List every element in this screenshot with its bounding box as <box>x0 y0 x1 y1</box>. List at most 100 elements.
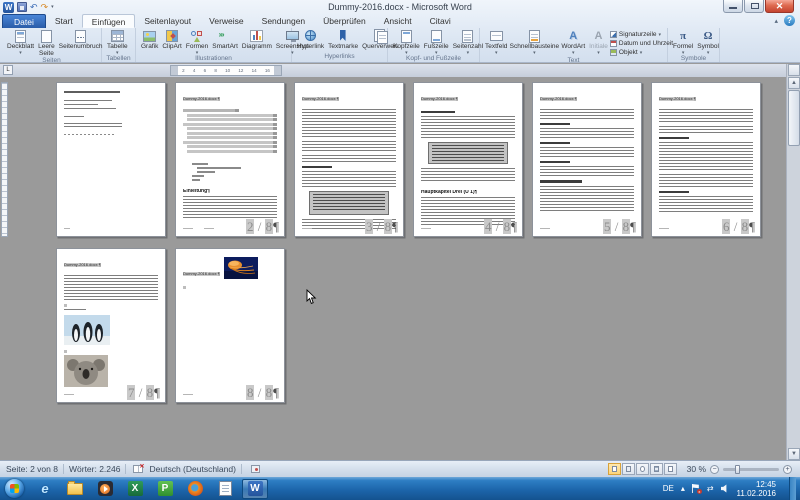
show-desktop-button[interactable] <box>789 477 796 500</box>
page-6[interactable]: Dummy-2016.docx ¶ 6 / 8¶ <box>651 82 761 237</box>
horizontal-ruler[interactable]: 246810121416 <box>170 65 282 76</box>
draft-view-button[interactable] <box>664 463 677 475</box>
taskbar-green-app-icon[interactable]: P <box>152 479 178 499</box>
start-button[interactable] <box>5 479 24 498</box>
quick-parts-icon <box>527 29 542 44</box>
tab-seitenlayout[interactable]: Seitenlayout <box>135 14 200 28</box>
toc-row <box>183 123 277 126</box>
taskbar-excel-icon[interactable]: X <box>122 479 148 499</box>
macro-record-icon[interactable] <box>251 465 260 473</box>
page-count-indicator[interactable]: Seite: 2 von 8 <box>6 464 58 474</box>
tab-citavi[interactable]: Citavi <box>421 14 460 28</box>
group-label-illustrationen: Illustrationen <box>139 55 288 63</box>
tab-start[interactable]: Start <box>46 14 82 28</box>
outline-view-button[interactable] <box>650 463 663 475</box>
language-switcher[interactable]: DE <box>663 484 674 493</box>
mouse-cursor <box>306 289 317 305</box>
vertical-ruler[interactable] <box>1 82 8 237</box>
kopfzeile-button[interactable]: Kopfzeile▾ <box>391 29 422 55</box>
zoom-level-label[interactable]: 30 % <box>687 464 706 474</box>
grafik-button[interactable]: Grafik <box>139 29 160 51</box>
cover-page-icon <box>13 29 28 44</box>
maximize-button[interactable] <box>744 0 764 13</box>
scroll-down-button[interactable]: ▼ <box>788 448 800 460</box>
page-2[interactable]: Dummy-2016.docx ¶ Einleitung¶ 2 / 8¶ <box>175 82 285 237</box>
tabelle-button[interactable]: Tabelle▾ <box>105 29 130 55</box>
minimize-button[interactable] <box>723 0 743 13</box>
tab-ansicht[interactable]: Ansicht <box>375 14 421 28</box>
scrollbar-thumb[interactable] <box>788 90 800 146</box>
spellcheck-icon[interactable]: ✕ <box>133 465 143 473</box>
hidden-icons-chevron[interactable]: ▴ <box>681 484 685 494</box>
vertical-scrollbar[interactable]: ▲ ▼ <box>786 64 800 460</box>
diagramm-button[interactable]: Diagramm <box>240 29 274 51</box>
koala-image[interactable] <box>64 355 108 387</box>
initiale-button[interactable]: A Initiale▾ <box>587 29 610 55</box>
taskbar-media-player-icon[interactable] <box>92 479 118 499</box>
tab-sendungen[interactable]: Sendungen <box>253 14 315 28</box>
tab-selector-button[interactable]: L <box>3 65 13 75</box>
leere-seite-button[interactable]: Leere Seite <box>36 29 57 57</box>
page-5[interactable]: Dummy-2016.docx ¶ 5 / 8¶ <box>532 82 642 237</box>
wordart-button[interactable]: A WordArt▾ <box>559 29 587 55</box>
ribbon-group-text: Textfeld▾ Schnellbausteine▾ A WordArt▾ A… <box>480 28 668 62</box>
zoom-in-button[interactable]: + <box>783 465 792 474</box>
schnellbausteine-button[interactable]: Schnellbausteine▾ <box>509 29 559 55</box>
volume-icon[interactable] <box>721 484 730 493</box>
fusszeile-button[interactable]: Fußzeile▾ <box>422 29 451 55</box>
page-header: Dummy-2016.docx ¶ <box>540 97 577 101</box>
quote-block <box>428 142 508 164</box>
textfeld-button[interactable]: Textfeld▾ <box>483 29 509 55</box>
zoom-slider[interactable] <box>723 468 779 471</box>
seitenumbruch-button[interactable]: Seitenumbruch <box>57 29 105 51</box>
jellyfish-image[interactable] <box>224 257 258 279</box>
action-center-flag-icon[interactable]: x <box>692 484 700 493</box>
textmarke-button[interactable]: Textmarke <box>326 29 360 51</box>
ruler-toggle-button[interactable] <box>788 64 800 76</box>
toc-row <box>187 150 277 153</box>
formel-button[interactable]: π Formel▾ <box>671 29 695 55</box>
web-layout-view-button[interactable] <box>636 463 649 475</box>
tab-datei[interactable]: Datei <box>2 14 46 28</box>
taskbar-ie-icon[interactable]: e <box>32 479 58 499</box>
zoom-slider-thumb[interactable] <box>735 465 740 474</box>
word-count-indicator[interactable]: Wörter: 2.246 <box>69 464 121 474</box>
word-application-window: W ↶ ↷ ▾ Dummy-2016.docx - Microsoft Word… <box>0 0 800 500</box>
symbol-button[interactable]: Ω Symbol▾ <box>695 29 721 55</box>
print-layout-view-button[interactable] <box>608 463 621 475</box>
quote-block <box>309 191 389 215</box>
close-button[interactable]: ✕ <box>765 0 794 13</box>
taskbar-explorer-icon[interactable] <box>62 479 88 499</box>
formen-button[interactable]: Formen▾ <box>184 29 210 55</box>
page-4[interactable]: Dummy-2016.docx ¶ Hauptkapitel Drei (Ü 1… <box>413 82 523 237</box>
taskbar-notepad-icon[interactable] <box>212 479 238 499</box>
language-indicator[interactable]: Deutsch (Deutschland) <box>149 464 235 474</box>
ribbon-group-seiten: Deckblatt▾ Leere Seite Seitenumbruch Sei… <box>2 28 102 62</box>
page-1[interactable] <box>56 82 166 237</box>
smartart-button[interactable]: ››› SmartArt <box>210 29 240 51</box>
taskbar-firefox-icon[interactable] <box>182 479 208 499</box>
tab-einfuegen[interactable]: Einfügen <box>82 14 136 28</box>
signaturzeile-button[interactable]: Signaturzeile▾ <box>610 30 673 39</box>
help-icon[interactable]: ? <box>784 15 795 26</box>
zoom-out-button[interactable]: − <box>710 465 719 474</box>
tray-clock[interactable]: 12:45 11.02.2016 <box>737 480 776 498</box>
page-8[interactable]: Dummy-2016.docx ¶ 8 / 8¶ <box>175 248 285 403</box>
tab-verweise[interactable]: Verweise <box>200 14 253 28</box>
penguins-image[interactable] <box>64 315 110 345</box>
objekt-button[interactable]: Objekt▾ <box>610 48 673 57</box>
deckblatt-button[interactable]: Deckblatt▾ <box>5 29 36 55</box>
page-header: Dummy-2016.docx ¶ <box>302 97 339 101</box>
page-3[interactable]: Dummy-2016.docx ¶ 3 / 8¶ <box>294 82 404 237</box>
sync-icon[interactable]: ⇄ <box>707 484 714 494</box>
minimize-ribbon-icon[interactable]: ▴ <box>774 17 778 25</box>
object-icon <box>610 49 617 56</box>
datum-uhrzeit-button[interactable]: Datum und Uhrzeit <box>610 39 673 48</box>
scroll-up-button[interactable]: ▲ <box>788 77 800 89</box>
smartart-icon: ››› <box>218 29 233 44</box>
page-7[interactable]: Dummy-2016.docx ¶ 7 / 8¶ <box>56 248 166 403</box>
fullscreen-reading-view-button[interactable] <box>622 463 635 475</box>
taskbar-word-button[interactable]: W <box>242 479 268 499</box>
clipart-button[interactable]: ClipArt <box>160 29 184 51</box>
tab-ueberpruefen[interactable]: Überprüfen <box>314 14 375 28</box>
